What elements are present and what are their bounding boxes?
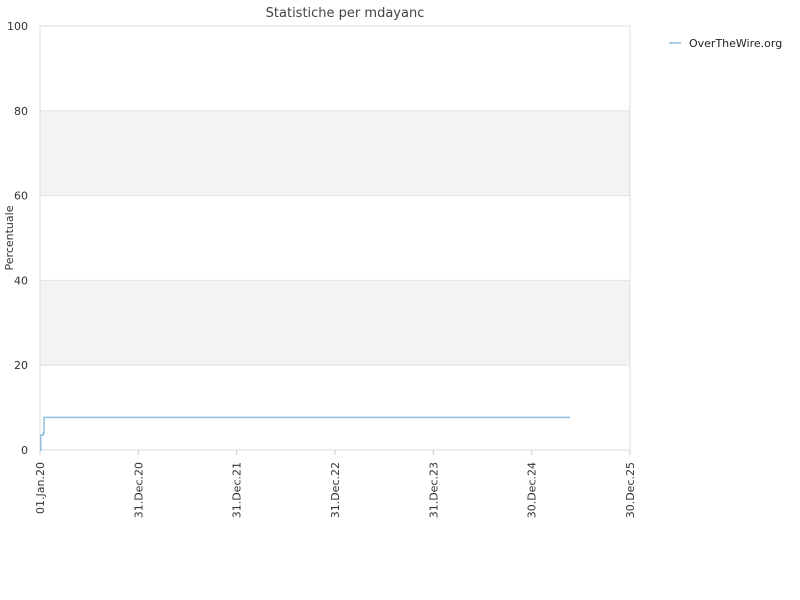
x-tick-label: 31.Dec.21 [231, 462, 244, 518]
y-axis-label: Percentuale [3, 205, 16, 270]
series-line-0 [40, 416, 570, 451]
legend-label[interactable]: OverTheWire.org [689, 37, 782, 50]
y-tick-label: 0 [21, 444, 28, 457]
chart-title: Statistiche per mdayanc [266, 6, 425, 21]
x-tick-label: 01.Jan.20 [34, 462, 47, 514]
grid-band [40, 280, 630, 366]
grid-bands [40, 110, 630, 366]
y-tick-label: 100 [7, 20, 28, 33]
x-tick-label: 30.Dec.25 [624, 462, 637, 518]
x-tick-label: 30.Dec.24 [526, 462, 539, 518]
series-layer [40, 416, 570, 451]
y-tick-label: 40 [14, 274, 28, 287]
x-axis-ticks: 01.Jan.20 31.Dec.20 31.Dec.21 31.Dec.22 31.D… [34, 450, 637, 518]
y-tick-label: 80 [14, 105, 28, 118]
x-tick-label: 31.Dec.22 [329, 462, 342, 518]
y-tick-label: 60 [14, 190, 28, 203]
y-tick-label: 20 [14, 359, 28, 372]
x-tick-label: 31.Dec.23 [427, 462, 440, 518]
plot-area [39, 25, 631, 451]
grid-band [40, 110, 630, 196]
x-tick-label: 31.Dec.20 [132, 462, 145, 518]
chart: Statistiche per mdayanc Percentuale 0 20 4… [3, 6, 782, 518]
legend[interactable]: OverTheWire.org [669, 37, 782, 50]
grid-lines [40, 25, 630, 451]
